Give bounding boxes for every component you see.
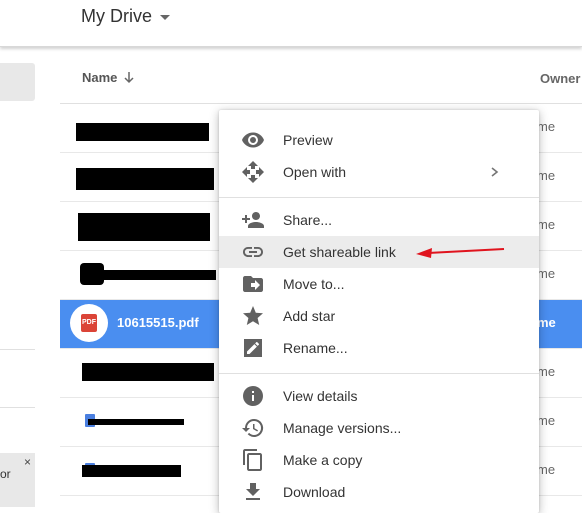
file-list-header: Name Owner [60,47,582,104]
redacted-filename [104,270,216,280]
menu-item-label: Move to... [283,276,345,292]
menu-item-share[interactable]: Share... [219,204,539,236]
redacted-filename [88,419,184,425]
sidebar-selected-item[interactable] [0,63,35,101]
redacted-filename [82,363,214,381]
drive-title-label: My Drive [81,6,152,26]
menu-item-label: Download [283,484,346,500]
file-owner: me [537,462,556,477]
redacted-file-icon [80,263,104,285]
redacted-filename [82,465,181,477]
sidebar-notification: × or [0,453,35,507]
menu-item-label: Get shareable link [283,244,396,260]
menu-item-view-details[interactable]: View details [219,380,539,412]
menu-item-add-star[interactable]: Add star [219,300,539,332]
file-owner: me [537,119,556,134]
menu-separator [219,373,539,374]
sidebar-divider [0,349,35,350]
history-icon [242,418,264,437]
arrow-down-icon [124,72,134,84]
drive-header: My Drive [0,0,582,47]
left-sidebar: × or [0,47,60,513]
chevron-right-icon [491,167,499,177]
close-icon[interactable]: × [24,455,31,469]
menu-item-manage-versions[interactable]: Manage versions... [219,412,539,444]
owner-column-label[interactable]: Owner [540,71,580,86]
menu-item-label: Manage versions... [283,420,402,436]
notification-text: or [0,467,11,481]
menu-item-label: Share... [283,212,333,228]
menu-item-label: Rename... [283,340,348,356]
sidebar-divider [0,407,35,408]
eye-icon [242,132,264,148]
menu-item-preview[interactable]: Preview [219,124,539,156]
context-menu: Preview Open with Share... Get shareable… [219,110,539,513]
file-owner: me [537,413,556,428]
menu-separator [219,197,539,198]
name-column-label: Name [82,70,118,85]
redacted-filename [76,123,209,141]
menu-item-make-a-copy[interactable]: Make a copy [219,444,539,476]
download-icon [246,483,260,500]
copy-icon [243,449,262,471]
caret-down-icon [160,15,170,20]
redacted-filename [76,168,214,190]
file-name: 10615515.pdf [117,315,199,330]
menu-item-open-with[interactable]: Open with [219,156,539,188]
file-owner: me [537,168,556,183]
file-owner: me [537,364,556,379]
menu-item-label: View details [283,388,358,404]
file-owner: me [537,266,556,281]
move-arrows-icon [242,161,264,183]
menu-item-rename[interactable]: Rename... [219,332,539,364]
sort-by-name[interactable]: Name [82,70,135,85]
star-icon [243,306,263,325]
menu-item-label: Add star [283,308,336,324]
my-drive-dropdown[interactable]: My Drive [81,6,170,27]
info-icon [243,386,263,406]
link-icon [243,247,263,257]
menu-item-get-shareable-link[interactable]: Get shareable link [219,236,539,268]
redacted-filename [78,213,210,241]
file-owner: me [537,315,556,330]
menu-item-label: Make a copy [283,452,363,468]
menu-item-move-to[interactable]: Move to... [219,268,539,300]
file-owner: me [537,217,556,232]
add-person-icon [242,212,264,228]
file-icon-circle: PDF [70,304,108,342]
menu-item-label: Open with [283,164,347,180]
folder-move-icon [243,276,263,292]
pdf-icon: PDF [81,314,97,332]
rename-icon [244,339,262,357]
menu-item-label: Preview [283,132,333,148]
menu-item-download[interactable]: Download [219,476,539,508]
